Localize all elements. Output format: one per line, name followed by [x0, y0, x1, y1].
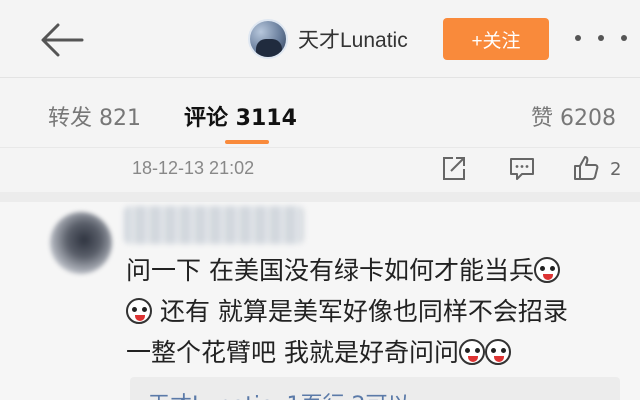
- comment-line: 一整个花臂吧 我就是好奇问问: [126, 332, 626, 373]
- like-count: 2: [610, 159, 622, 180]
- avatar[interactable]: [248, 19, 288, 59]
- comment-line: 问一下 在美国没有绿卡如何才能当兵: [126, 250, 626, 291]
- tab-repost[interactable]: 转发 821: [48, 100, 141, 132]
- divider: [0, 147, 640, 148]
- username[interactable]: 天才Lunatic: [298, 24, 408, 54]
- comment-line: 还有 就算是美军好像也同样不会招录: [126, 291, 626, 332]
- tab-bar: 转发 821 评论 3114 赞 6208: [0, 88, 640, 146]
- active-tab-indicator: [225, 140, 269, 144]
- reply-preview-box[interactable]: 天才Lunatic: 1页行 2可以: [130, 377, 620, 400]
- tab-likes[interactable]: 赞 6208: [531, 100, 616, 132]
- emoji-icon: [484, 339, 511, 365]
- section-gap: [0, 192, 640, 202]
- comment-icon[interactable]: [508, 154, 536, 182]
- follow-button[interactable]: +关注: [443, 18, 549, 60]
- post-meta-row: 18-12-13 21:02 2: [0, 150, 640, 192]
- like-icon[interactable]: [572, 154, 600, 182]
- user-profile[interactable]: 天才Lunatic: [248, 18, 408, 60]
- emoji-icon: [533, 257, 560, 283]
- emoji-icon: [126, 298, 152, 324]
- comment-item: 问一下 在美国没有绿卡如何才能当兵 还有 就算是美军好像也同样不会招录 一整个花…: [0, 202, 640, 400]
- top-bar: 天才Lunatic +关注: [0, 0, 640, 78]
- commenter-name-blurred[interactable]: [124, 206, 304, 244]
- more-dots-icon[interactable]: [575, 25, 627, 51]
- post-timestamp: 18-12-13 21:02: [132, 158, 255, 178]
- reply-preview-text: 天才Lunatic: 1页行 2可以: [148, 387, 409, 400]
- emoji-icon: [458, 339, 485, 365]
- weibo-comment-page: 天才Lunatic +关注 转发 821 评论 3114 赞 6208 18-1…: [0, 0, 640, 400]
- tab-comments[interactable]: 评论 3114: [184, 100, 297, 132]
- commenter-avatar-blurred[interactable]: [50, 212, 112, 274]
- share-icon[interactable]: [441, 154, 467, 182]
- comment-text: 问一下 在美国没有绿卡如何才能当兵 还有 就算是美军好像也同样不会招录 一整个花…: [126, 250, 626, 373]
- back-arrow-icon[interactable]: [38, 20, 86, 60]
